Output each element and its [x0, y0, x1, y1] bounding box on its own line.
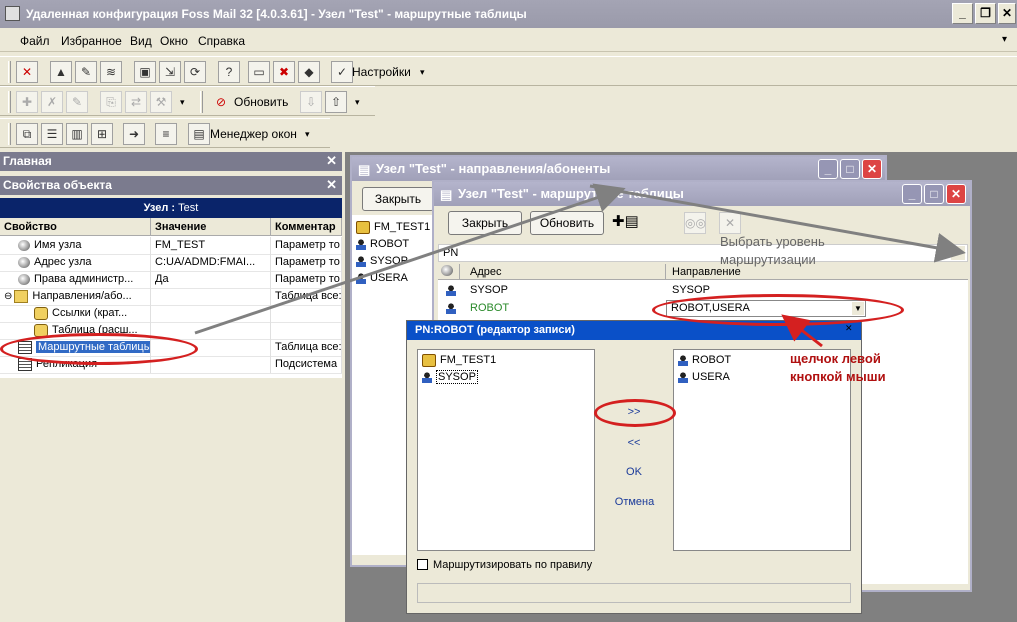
highlight-ellipse [652, 294, 904, 326]
highlight-ellipse [0, 333, 198, 365]
click-hint: щелчок левой кнопкой мыши [790, 351, 886, 384]
level-hint: Выбрать уровень маршрутизации [720, 234, 825, 267]
highlight-ellipse [594, 399, 676, 427]
annotation-arrow [194, 183, 626, 335]
